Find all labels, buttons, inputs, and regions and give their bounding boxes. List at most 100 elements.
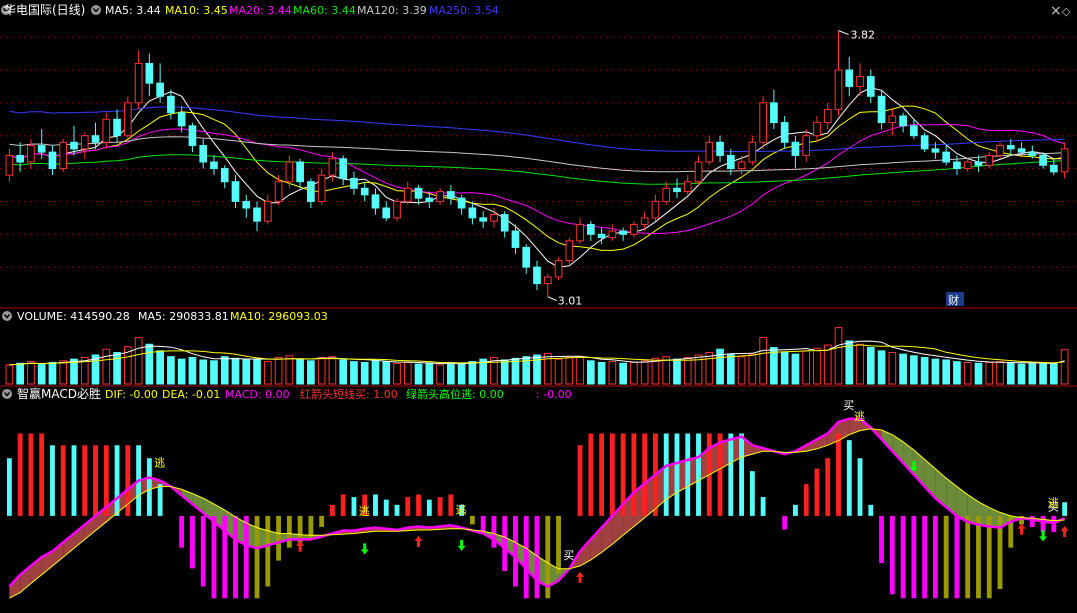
volume-bar: [705, 352, 714, 385]
red-buy-arrow-icon: [414, 536, 423, 547]
volume-bar: [102, 348, 111, 385]
volume-bar: [468, 361, 477, 385]
candle-body: [177, 112, 186, 127]
candle-body: [770, 102, 778, 124]
low-price-label: 3.01: [558, 295, 583, 308]
volume-bar: [360, 361, 369, 385]
red-buy-arrow-icon: [576, 571, 585, 583]
candle-body: [662, 187, 671, 202]
candle-body: [5, 154, 14, 176]
volume-bar: [942, 359, 951, 385]
candle-body: [37, 145, 46, 153]
candle-body: [113, 118, 121, 137]
red-arrow-label: 红箭头短线买: 1.00: [300, 387, 398, 401]
candle-body: [350, 177, 358, 189]
macd-menu-icon[interactable]: [2, 389, 12, 399]
candle-body: [931, 148, 940, 153]
candle-body: [1006, 145, 1015, 150]
candle-body: [188, 125, 197, 147]
extra-value-label: : -0.00: [536, 388, 572, 401]
volume-bar: [242, 358, 251, 385]
volume-bar: [393, 362, 401, 385]
candle-body: [145, 62, 154, 84]
candle-body: [996, 145, 1004, 156]
candle-body: [490, 214, 498, 222]
volume-bar: [274, 356, 283, 385]
candle-body: [425, 197, 434, 202]
candle-body: [791, 141, 800, 156]
candle-body: [253, 207, 261, 222]
volume-bar: [673, 358, 681, 385]
candle-body: [780, 122, 789, 143]
candle-body: [371, 194, 380, 209]
volume-bar: [910, 355, 918, 385]
close-icon[interactable]: ×: [1050, 3, 1062, 19]
candle-body: [91, 135, 100, 143]
volume-ma10-label: MA10: 296093.03: [230, 310, 328, 323]
buy-signal-text: 买: [843, 399, 854, 412]
candle-body: [953, 161, 961, 170]
candle-body: [468, 207, 477, 219]
candle-body: [1017, 148, 1026, 153]
candle-body: [447, 191, 455, 199]
ma250-label: MA250: 3.54: [429, 4, 499, 17]
candle-body: [694, 161, 703, 183]
volume-bar: [307, 360, 315, 385]
volume-menu-icon[interactable]: [2, 311, 12, 321]
candle-body: [533, 266, 541, 285]
candle-body: [1050, 164, 1058, 173]
stock-title: 华电国际(日线): [4, 3, 85, 17]
volume-bar: [210, 360, 218, 385]
volume-bar: [328, 356, 337, 385]
candle-body: [156, 82, 164, 97]
candle-body: [220, 168, 229, 183]
moving-average-lines: [9, 87, 1065, 268]
candle-body: [70, 141, 78, 150]
candle-body: [134, 62, 143, 104]
volume-bars: [5, 327, 1069, 385]
volume-bar: [425, 362, 434, 385]
candle-body: [360, 187, 369, 196]
candle-body: [231, 181, 240, 202]
candle-body: [393, 200, 401, 219]
volume-bar: [888, 352, 897, 385]
volume-bar: [414, 363, 423, 385]
volume-bar: [953, 361, 961, 385]
macd-label: MACD: 0.00: [225, 388, 290, 401]
candle-body: [748, 141, 757, 163]
volume-bar: [59, 360, 68, 385]
volume-bar: [726, 353, 735, 385]
volume-header: VOLUME: 414590.28 MA5: 290833.81 MA10: 2…: [2, 310, 328, 323]
ma60-line: [9, 154, 1065, 185]
price-header: 华电国际(日线) MA5: 3.44 MA10: 3.45 MA20: 3.44…: [1, 3, 1071, 19]
volume-bar: [436, 364, 444, 385]
candle-body: [877, 95, 886, 124]
finance-mark[interactable]: 财: [948, 293, 959, 307]
price-grid: [0, 36, 1077, 268]
volume-bar: [16, 362, 24, 385]
volume-bar: [845, 340, 854, 385]
volume-bar: [780, 352, 789, 385]
candle-body: [963, 161, 972, 170]
volume-bar: [263, 361, 272, 385]
volume-bar: [683, 356, 692, 385]
volume-bar: [113, 352, 121, 385]
candle-body: [263, 200, 272, 222]
candle-body: [522, 246, 531, 268]
candle-body: [1039, 154, 1047, 166]
volume-bar: [737, 356, 746, 385]
candle-body: [899, 115, 907, 127]
ma20-label: MA20: 3.44: [229, 4, 292, 17]
candle-body: [296, 161, 304, 183]
ma-menu-icon[interactable]: [91, 5, 101, 15]
macd-indicator-name: 智赢MACD必胜: [17, 386, 101, 401]
diamond-icon[interactable]: ◇: [1062, 5, 1071, 18]
volume-bar: [877, 350, 886, 385]
volume-bar: [48, 361, 57, 385]
volume-bar: [296, 358, 304, 385]
volume-bar: [931, 358, 940, 385]
volume-bar: [834, 327, 843, 385]
escape-signal-text: 逃: [456, 504, 467, 517]
candle-body: [414, 187, 423, 199]
candle-body: [210, 161, 218, 170]
